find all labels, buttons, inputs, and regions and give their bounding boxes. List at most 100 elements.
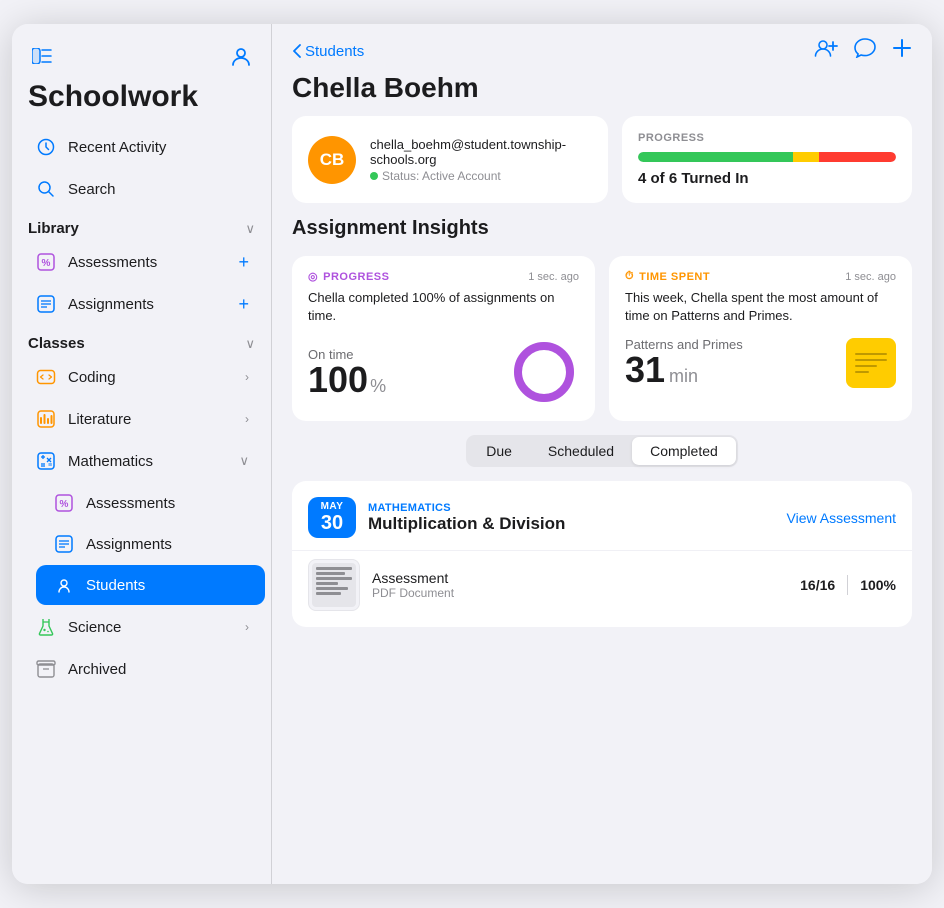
progress-insight-header: ◎ PROGRESS 1 sec. ago — [308, 270, 579, 283]
add-student-button[interactable] — [814, 38, 838, 64]
progress-text: 4 of 6 Turned In — [638, 170, 896, 187]
student-card: CB chella_boehm@student.township-schools… — [292, 116, 608, 203]
document-name: Assessment — [372, 570, 788, 586]
filter-tabs: Due Scheduled Completed — [466, 435, 738, 467]
sidebar-item-literature[interactable]: Literature › — [18, 399, 265, 439]
sidebar-item-math-assessments[interactable]: % Assessments — [36, 483, 265, 523]
sidebar-item-coding[interactable]: Coding › — [18, 357, 265, 397]
document-thumbnail — [308, 559, 360, 611]
sidebar-item-math-assignments[interactable]: Assignments — [36, 524, 265, 564]
archived-icon — [34, 657, 58, 681]
comment-button[interactable] — [854, 38, 876, 64]
donut-chart — [509, 337, 579, 407]
literature-icon — [34, 407, 58, 431]
back-label: Students — [305, 43, 364, 60]
main-header: Students — [272, 24, 932, 70]
progress-bar — [638, 152, 896, 162]
classes-title: Classes — [28, 335, 85, 352]
time-insight-header: ⏱ TIME SPENT 1 sec. ago — [625, 270, 896, 283]
archived-label: Archived — [68, 661, 249, 678]
lib-assessments-add-icon[interactable]: + — [238, 252, 249, 273]
back-button[interactable]: Students — [292, 43, 364, 60]
sidebar-item-lib-assessments[interactable]: % Assessments + — [18, 242, 265, 282]
document-type: PDF Document — [372, 586, 788, 600]
sidebar-item-archived[interactable]: Archived — [18, 649, 265, 689]
filter-tab-due[interactable]: Due — [468, 437, 530, 465]
info-row: CB chella_boehm@student.township-schools… — [292, 116, 912, 203]
assignment-header: MAY 30 MATHEMATICS Multiplication & Divi… — [308, 497, 896, 538]
date-badge: MAY 30 — [308, 497, 356, 538]
classes-section-header: Classes ∨ — [12, 325, 271, 356]
library-section-header: Library ∨ — [12, 210, 271, 241]
mathematics-chevron-icon: ∨ — [239, 453, 249, 469]
sidebar-item-lib-assignments[interactable]: Assignments + — [18, 284, 265, 324]
on-time-value: 100 — [308, 362, 368, 398]
mathematics-label: Mathematics — [68, 453, 229, 470]
score-percent: 100% — [860, 577, 896, 593]
science-chevron-icon: › — [245, 620, 249, 634]
progress-insight-card: ◎ PROGRESS 1 sec. ago Chella completed 1… — [292, 256, 595, 421]
assessments-icon: % — [34, 250, 58, 274]
document-score: 16/16 100% — [800, 575, 896, 595]
coding-label: Coding — [68, 369, 235, 386]
student-status: Status: Active Account — [370, 169, 592, 183]
profile-button[interactable] — [227, 42, 255, 70]
mathematics-icon: ≡ — [34, 449, 58, 473]
student-email: chella_boehm@student.township-schools.or… — [370, 137, 592, 167]
sidebar-item-science[interactable]: Science › — [18, 607, 265, 647]
filter-tab-completed[interactable]: Completed — [632, 437, 736, 465]
assignment-card: MAY 30 MATHEMATICS Multiplication & Divi… — [292, 481, 912, 627]
assignments-icon — [34, 292, 58, 316]
math-students-label: Students — [86, 577, 249, 594]
score-value: 16/16 — [800, 577, 835, 593]
search-icon — [34, 177, 58, 201]
coding-icon — [34, 365, 58, 389]
lib-assignments-label: Assignments — [68, 296, 228, 313]
time-type-icon: ⏱ — [625, 270, 634, 283]
add-button[interactable] — [892, 38, 912, 64]
svg-text:≡: ≡ — [48, 462, 52, 469]
document-row: Assessment PDF Document 16/16 100% — [308, 551, 896, 611]
student-name: Chella Boehm — [272, 70, 932, 116]
literature-label: Literature — [68, 411, 235, 428]
time-type: ⏱ TIME SPENT — [625, 270, 710, 283]
svg-text:%: % — [42, 258, 51, 269]
math-students-icon — [52, 573, 76, 597]
math-assessments-icon: % — [52, 491, 76, 515]
lib-assignments-add-icon[interactable]: + — [238, 294, 249, 315]
recent-activity-icon — [34, 135, 58, 159]
classes-chevron-icon: ∨ — [245, 336, 255, 352]
app-title: Schoolwork — [12, 76, 271, 126]
main-content: Students — [272, 24, 932, 884]
library-chevron-icon: ∨ — [245, 221, 255, 237]
assignment-meta: MATHEMATICS Multiplication & Division — [368, 502, 775, 534]
score-divider — [847, 575, 848, 595]
science-icon — [34, 615, 58, 639]
science-label: Science — [68, 619, 235, 636]
filter-tab-scheduled[interactable]: Scheduled — [530, 437, 632, 465]
math-assignments-label: Assignments — [86, 536, 249, 553]
sidebar-item-mathematics[interactable]: ≡ Mathematics ∨ — [18, 441, 265, 481]
mathematics-sub-items: % Assessments Assignments — [12, 482, 271, 606]
progress-bar-green — [638, 152, 793, 162]
view-assessment-button[interactable]: View Assessment — [787, 510, 896, 526]
sidebar-item-search[interactable]: Search — [18, 169, 265, 209]
assignment-subject: MATHEMATICS — [368, 502, 775, 514]
note-icon — [846, 338, 896, 388]
content-area: CB chella_boehm@student.township-schools… — [272, 116, 932, 884]
sidebar-item-math-students[interactable]: Students — [36, 565, 265, 605]
assignment-name: Multiplication & Division — [368, 514, 775, 534]
progress-bar-red — [819, 152, 896, 162]
sidebar-item-recent-activity[interactable]: Recent Activity — [18, 127, 265, 167]
sidebar-toggle-button[interactable] — [28, 42, 56, 70]
insights-title: Assignment Insights — [292, 217, 912, 240]
time-type-label: TIME SPENT — [639, 271, 710, 283]
insights-row: ◎ PROGRESS 1 sec. ago Chella completed 1… — [292, 256, 912, 421]
avatar: CB — [308, 136, 356, 184]
library-title: Library — [28, 220, 79, 237]
progress-insight-time: 1 sec. ago — [528, 271, 579, 283]
time-value: 31 — [625, 352, 665, 388]
status-label: Status: Active Account — [382, 169, 501, 183]
document-info: Assessment PDF Document — [372, 570, 788, 600]
literature-chevron-icon: › — [245, 412, 249, 426]
